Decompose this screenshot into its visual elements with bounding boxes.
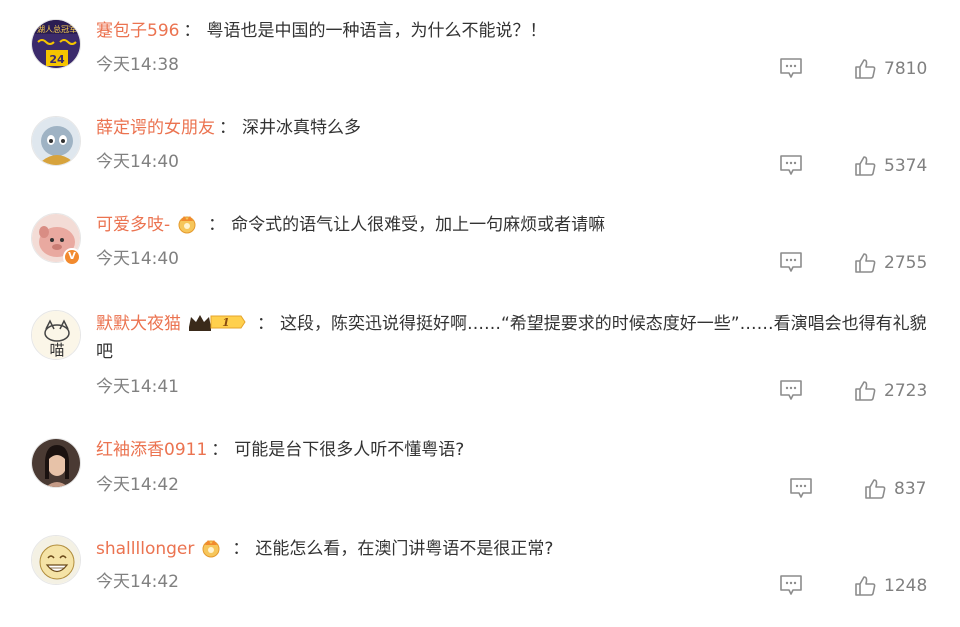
comment-icon[interactable] [779, 57, 803, 79]
separator: ： [257, 314, 274, 334]
avatar[interactable] [31, 116, 81, 166]
like-count: 7810 [884, 59, 928, 79]
comment-time: 今天14:42 [96, 475, 179, 495]
avatar-jersey-number: 24 [49, 53, 65, 66]
like-button[interactable]: 7810 [854, 57, 934, 81]
separator: ： [211, 440, 229, 460]
comment-item: V 可爱多吱- ：命令式的语气让人很难受，加上一句麻烦或者请嘛 今天14:40 … [0, 194, 960, 291]
comment-text-line: 可爱多吱- ：命令式的语气让人很难受，加上一句麻烦或者请嘛 [96, 211, 936, 239]
separator: ： [183, 21, 201, 41]
comment-icon[interactable] [779, 251, 803, 273]
comment-time: 今天14:42 [96, 572, 179, 592]
comment-icon[interactable] [779, 154, 803, 176]
comment-time: 今天14:40 [96, 249, 179, 269]
like-count: 5374 [884, 156, 928, 176]
avatar[interactable]: 喵 [31, 310, 81, 360]
comment-text-line: 薛定谔的女朋友： 深井冰真特么多 [96, 114, 936, 142]
comment-text: 还能怎么看，在澳门讲粤语不是很正常? [255, 539, 554, 559]
like-count: 2723 [884, 381, 928, 401]
comment-item: 红袖添香0911：可能是台下很多人听不懂粤语? 今天14:42 837 [0, 419, 960, 516]
comment-text-line: shallllonger ：还能怎么看，在澳门讲粤语不是很正常? [96, 535, 936, 563]
thumbs-up-icon [865, 479, 886, 499]
comment-icon[interactable] [779, 574, 803, 596]
comment-item: shallllonger ：还能怎么看，在澳门讲粤语不是很正常? 今天14:42… [0, 516, 960, 627]
comment-item: 湖人总冠军 24 蹇包子596：粤语也是中国的一种语言，为什么不能说？！ 今天1… [0, 0, 960, 97]
comment-item: 喵 默默大夜猫 1 ：这段，陈奕迅说得挺好啊……“希望提要求的时候态度好一些”…… [0, 291, 960, 419]
thumbs-up-icon [855, 381, 876, 401]
vip-crown-icon [178, 216, 196, 234]
thumbs-up-icon [855, 253, 876, 273]
username-link[interactable]: 蹇包子596 [96, 21, 179, 41]
comment-time: 今天14:41 [96, 377, 179, 397]
like-button[interactable]: 837 [864, 477, 934, 501]
comment-time: 今天14:40 [96, 152, 179, 172]
comment-icon[interactable] [779, 379, 803, 401]
separator: ： [232, 539, 250, 559]
thumbs-up-icon [855, 576, 876, 596]
username-link[interactable]: 可爱多吱- [96, 215, 170, 235]
like-count: 1248 [884, 576, 928, 596]
like-count: 2755 [884, 253, 928, 273]
username-link[interactable]: 红袖添香0911 [96, 440, 207, 460]
comment-time: 今天14:38 [96, 55, 179, 75]
like-button[interactable]: 1248 [854, 574, 934, 598]
like-button[interactable]: 5374 [854, 154, 934, 178]
thumbs-up-icon [855, 59, 876, 79]
comment-item: 薛定谔的女朋友： 深井冰真特么多 今天14:40 5374 [0, 97, 960, 194]
vip-crown-icon [202, 540, 220, 558]
username-link[interactable]: 默默大夜猫 [96, 314, 181, 334]
thumbs-up-icon [855, 156, 876, 176]
separator: ： [219, 118, 236, 138]
comment-text: 命令式的语气让人很难受，加上一句麻烦或者请嘛 [231, 215, 606, 235]
avatar-logo-text: 湖人总冠军 [37, 24, 77, 34]
separator: ： [208, 215, 226, 235]
comment-text-line: 蹇包子596：粤语也是中国的一种语言，为什么不能说？！ [96, 17, 936, 45]
comment-text: 深井冰真特么多 [242, 118, 361, 138]
like-count: 837 [894, 479, 927, 499]
comment-text: 可能是台下很多人听不懂粤语? [234, 440, 465, 460]
avatar-glyph: 喵 [49, 341, 64, 359]
username-link[interactable]: shallllonger [96, 539, 194, 559]
member-level-text: 1 [222, 316, 230, 329]
comment-icon[interactable] [789, 477, 813, 499]
avatar[interactable]: 湖人总冠军 24 [31, 19, 81, 69]
verified-badge: V [63, 248, 81, 266]
username-link[interactable]: 薛定谔的女朋友 [96, 118, 215, 138]
comment-text: 粤语也是中国的一种语言，为什么不能说？！ [206, 21, 547, 41]
comment-text-line: 默默大夜猫 1 ：这段，陈奕迅说得挺好啊……“希望提要求的时候态度好一些”……看… [96, 310, 936, 366]
avatar[interactable] [31, 438, 81, 488]
member-level-badge: 1 [189, 315, 246, 331]
like-button[interactable]: 2755 [854, 251, 934, 275]
like-button[interactable]: 2723 [854, 379, 934, 403]
avatar[interactable] [31, 535, 81, 585]
comment-text-line: 红袖添香0911：可能是台下很多人听不懂粤语? [96, 436, 936, 464]
